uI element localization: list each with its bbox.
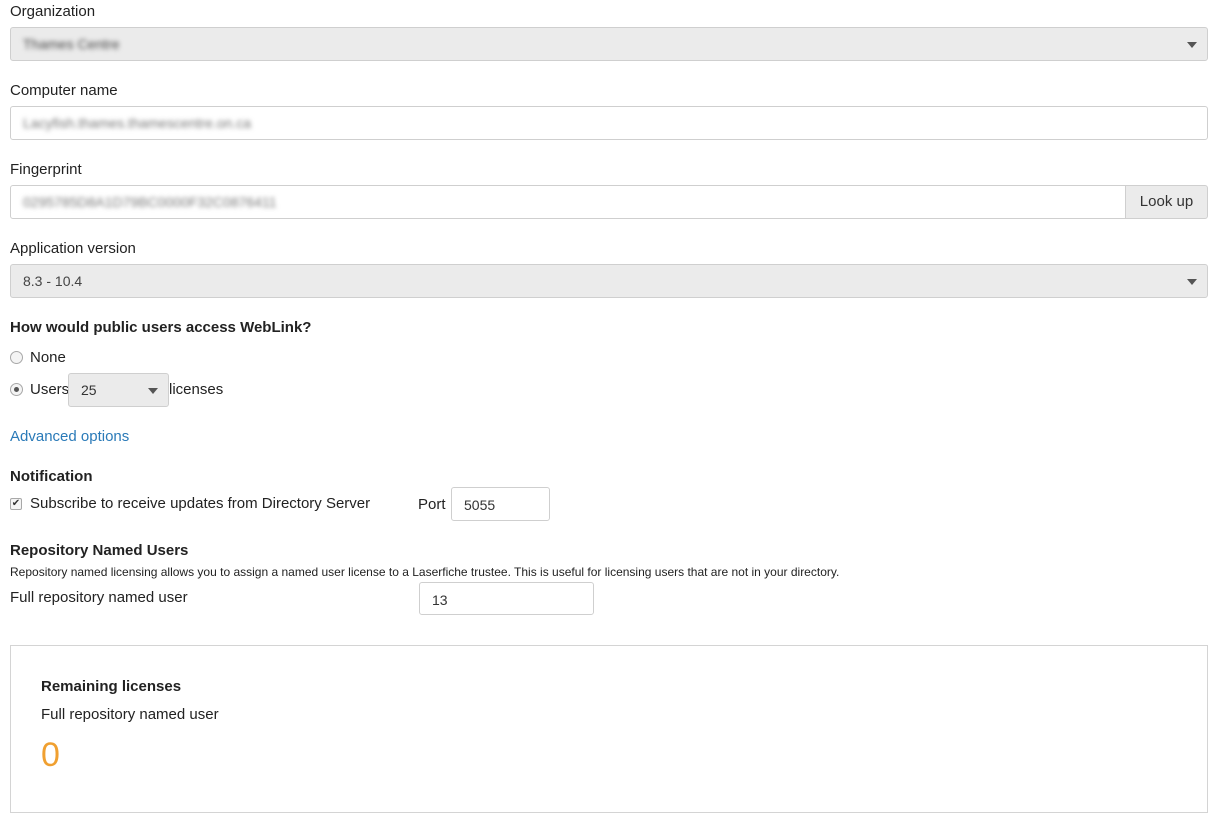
port-label: Port bbox=[418, 496, 446, 513]
remaining-full-label: Full repository named user bbox=[41, 706, 219, 723]
users-count-value: 25 bbox=[81, 382, 97, 398]
full-repo-user-label: Full repository named user bbox=[10, 589, 188, 606]
repo-named-users-heading: Repository Named Users bbox=[10, 542, 189, 559]
computer-name-input[interactable]: Lacyfish.thames.thamescentre.on.ca bbox=[10, 106, 1208, 140]
chevron-down-icon bbox=[148, 388, 158, 394]
organization-select[interactable]: Thames Centre bbox=[10, 27, 1208, 61]
subscribe-checkbox[interactable]: ✔ bbox=[10, 498, 22, 510]
subscribe-label: Subscribe to receive updates from Direct… bbox=[30, 495, 371, 512]
port-input[interactable]: 5055 bbox=[451, 487, 550, 521]
radio-users[interactable] bbox=[10, 383, 23, 396]
chevron-down-icon bbox=[1187, 279, 1197, 285]
app-version-value: 8.3 - 10.4 bbox=[23, 273, 83, 289]
radio-users-label: Users bbox=[30, 381, 70, 398]
full-repo-user-value: 13 bbox=[432, 592, 448, 608]
radio-none[interactable] bbox=[10, 351, 23, 364]
computer-name-label: Computer name bbox=[10, 82, 118, 99]
organization-value: Thames Centre bbox=[23, 36, 120, 52]
remaining-licenses-panel: Remaining licenses Full repository named… bbox=[10, 645, 1208, 813]
port-value: 5055 bbox=[464, 497, 496, 513]
remaining-licenses-heading: Remaining licenses bbox=[41, 678, 182, 695]
app-version-select[interactable]: 8.3 - 10.4 bbox=[10, 264, 1208, 298]
lookup-button[interactable]: Look up bbox=[1125, 185, 1208, 219]
computer-name-value: Lacyfish.thames.thamescentre.on.ca bbox=[23, 115, 252, 131]
app-version-label: Application version bbox=[10, 240, 136, 257]
public-access-question: How would public users access WebLink? bbox=[10, 319, 312, 336]
full-repo-user-input[interactable]: 13 bbox=[419, 582, 594, 615]
notification-heading: Notification bbox=[10, 468, 93, 485]
repo-named-users-description: Repository named licensing allows you to… bbox=[10, 565, 840, 579]
fingerprint-label: Fingerprint bbox=[10, 161, 82, 178]
users-count-select[interactable]: 25 bbox=[68, 373, 169, 407]
chevron-down-icon bbox=[1187, 42, 1197, 48]
fingerprint-value: 0295785D8A1D79BC0000F32C0876411 bbox=[23, 194, 277, 210]
radio-none-label: None bbox=[30, 349, 66, 366]
advanced-options-link[interactable]: Advanced options bbox=[10, 428, 129, 445]
remaining-count: 0 bbox=[41, 736, 60, 774]
organization-label: Organization bbox=[10, 3, 96, 20]
licenses-label: licenses bbox=[169, 381, 224, 398]
fingerprint-input[interactable]: 0295785D8A1D79BC0000F32C0876411 bbox=[10, 185, 1126, 219]
